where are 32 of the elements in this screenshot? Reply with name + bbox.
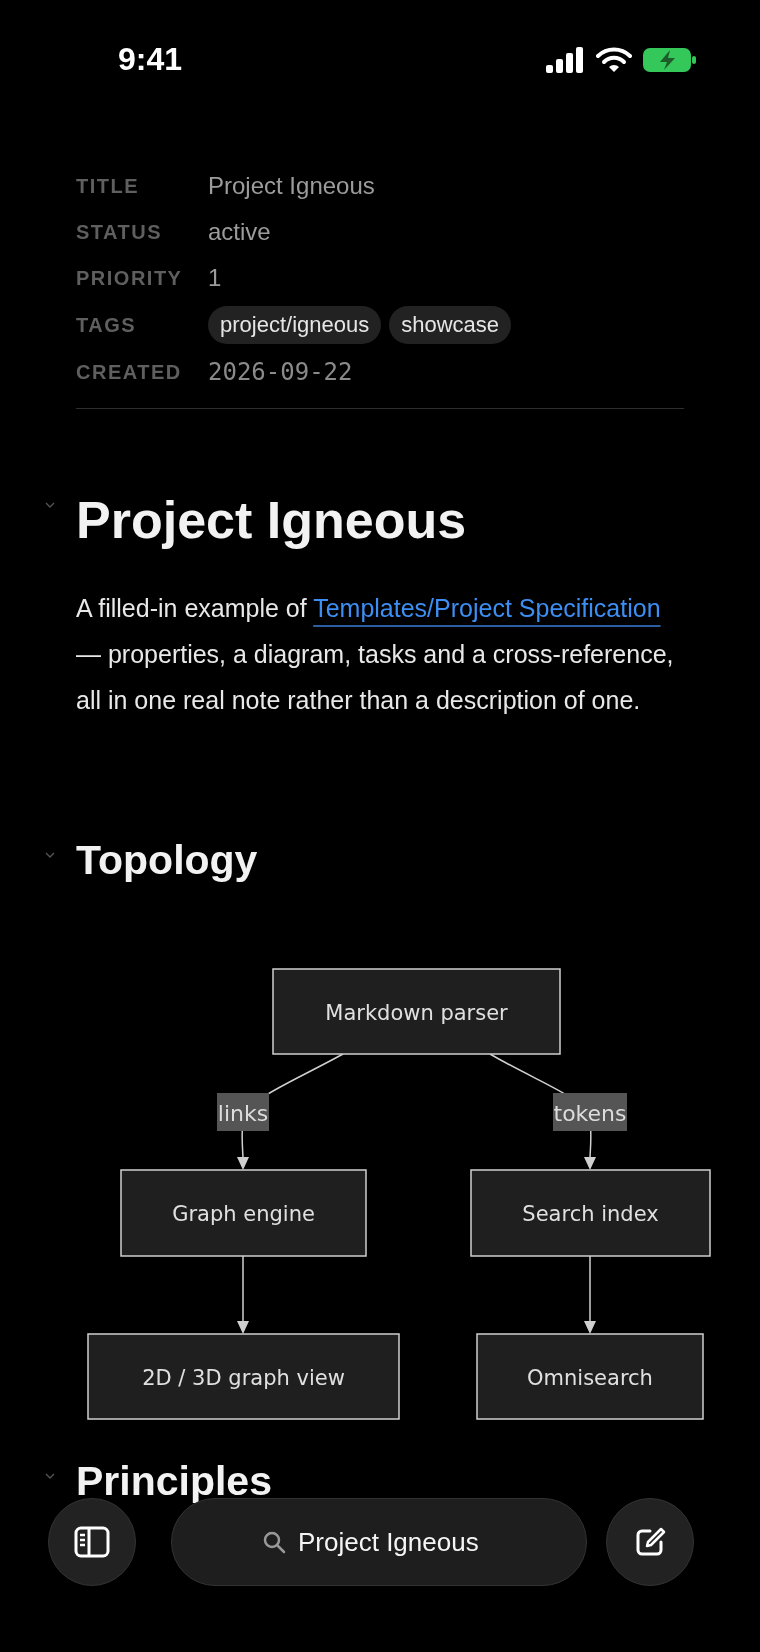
node-label: Search index <box>522 1202 659 1226</box>
node-label: Graph engine <box>172 1202 315 1226</box>
node-label: Omnisearch <box>527 1365 653 1390</box>
tag-pill[interactable]: showcase <box>389 306 512 344</box>
battery-charging-icon <box>642 46 698 74</box>
section-heading: Topology <box>76 836 258 885</box>
note-link[interactable]: Templates/Project Specification <box>313 594 661 622</box>
property-value[interactable]: 1 <box>208 260 684 296</box>
signal-icon <box>546 47 586 73</box>
search-icon <box>262 1530 286 1554</box>
collapse-caret-icon[interactable] <box>45 851 55 859</box>
property-value[interactable]: active <box>208 214 684 250</box>
property-key: STATUS <box>76 214 208 250</box>
property-key: TITLE <box>76 168 208 204</box>
sidebar-icon <box>74 1526 110 1558</box>
note-title-heading: Project Igneous <box>76 490 467 551</box>
property-key: PRIORITY <box>76 260 208 296</box>
edge-label: tokens <box>553 1093 627 1131</box>
node-label: Markdown parser <box>325 1000 508 1025</box>
edge-label: links <box>217 1093 269 1131</box>
intro-paragraph: A filled-in example of Templates/Project Specification — properties, a diagram, tasks and a cross-reference, all in one real note rather than a description of one. <box>76 593 675 716</box>
property-key: TAGS <box>76 307 208 343</box>
wifi-icon <box>596 47 632 73</box>
collapse-caret-icon[interactable] <box>45 1472 55 1480</box>
property-key: CREATED <box>76 354 208 390</box>
property-value[interactable]: 2026-09-22 <box>208 354 684 390</box>
edit-icon <box>634 1526 666 1558</box>
tag-pill[interactable]: project/igneous <box>208 306 382 344</box>
property-value[interactable]: Project Igneous <box>208 168 684 204</box>
node-label: 2D / 3D graph view <box>142 1365 345 1390</box>
collapse-caret-icon[interactable] <box>45 501 55 509</box>
status-time: 9:41 <box>118 41 183 78</box>
